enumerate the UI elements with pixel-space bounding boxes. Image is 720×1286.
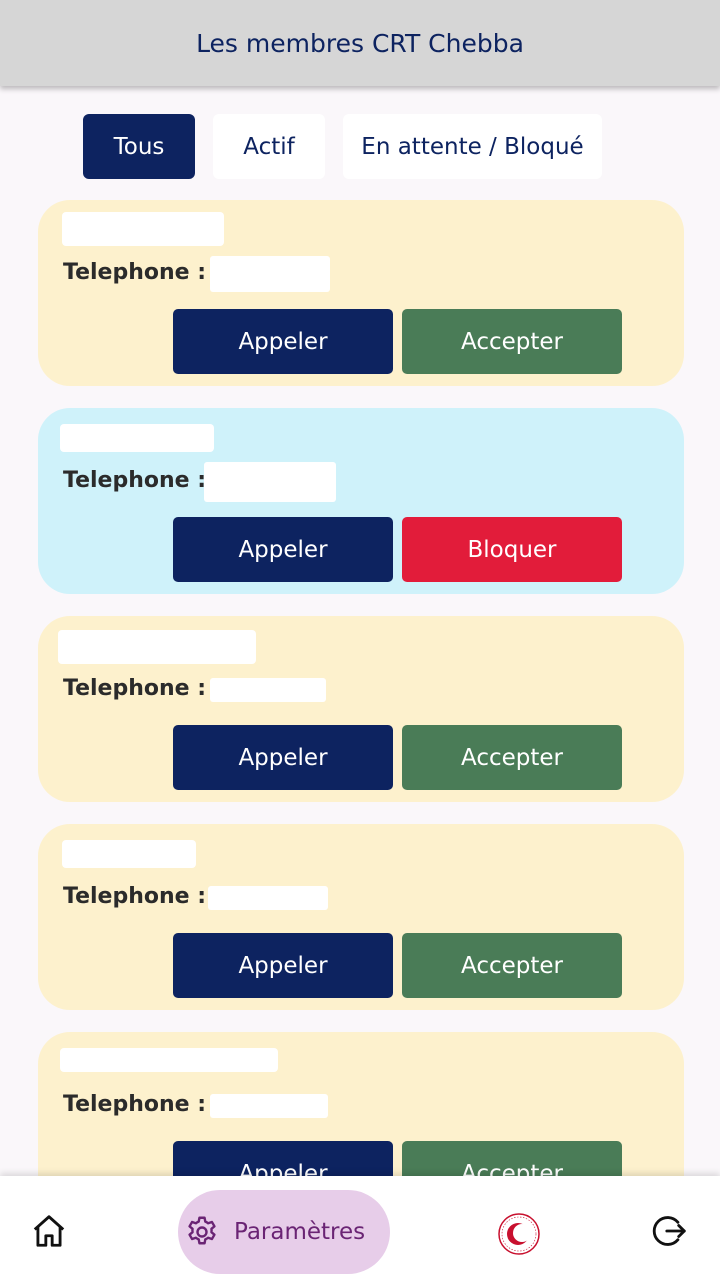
accept-button[interactable]: Accepter xyxy=(402,309,622,374)
filter-tabs: Tous Actif En attente / Bloqué xyxy=(83,114,602,179)
call-button[interactable]: Appeler xyxy=(173,725,393,790)
bottom-navigation: Paramètres xyxy=(0,1176,720,1286)
settings-nav-button[interactable]: Paramètres xyxy=(178,1190,390,1274)
phone-value-redacted xyxy=(210,256,330,292)
gear-icon xyxy=(182,1212,222,1252)
phone-label: Telephone : xyxy=(63,884,207,909)
logout-icon[interactable] xyxy=(651,1212,689,1250)
call-button[interactable]: Appeler xyxy=(173,517,393,582)
member-name-redacted xyxy=(60,1048,278,1072)
accept-button[interactable]: Accepter xyxy=(402,725,622,790)
phone-value-redacted xyxy=(210,678,326,702)
member-card: Telephone : Appeler Bloquer xyxy=(38,408,684,594)
accept-button[interactable]: Accepter xyxy=(402,933,622,998)
page-title: Les membres CRT Chebba xyxy=(196,28,524,58)
member-card: Telephone : Appeler Accepter xyxy=(38,824,684,1010)
phone-value-redacted xyxy=(208,886,328,910)
filter-tab-pending-blocked[interactable]: En attente / Bloqué xyxy=(343,114,602,179)
phone-value-redacted xyxy=(210,1094,328,1118)
filter-tab-all[interactable]: Tous xyxy=(83,114,195,179)
phone-label: Telephone : xyxy=(63,1092,207,1117)
member-name-redacted xyxy=(58,630,256,664)
call-button[interactable]: Appeler xyxy=(173,933,393,998)
red-crescent-logo-icon[interactable] xyxy=(497,1212,541,1256)
member-card: Telephone : Appeler Accepter xyxy=(38,200,684,386)
phone-label: Telephone : xyxy=(63,468,207,493)
member-list: Telephone : Appeler Accepter Telephone :… xyxy=(38,200,684,1240)
member-name-redacted xyxy=(62,840,196,868)
phone-label: Telephone : xyxy=(63,260,207,285)
filter-tab-active[interactable]: Actif xyxy=(213,114,325,179)
phone-value-redacted xyxy=(204,462,336,502)
member-name-redacted xyxy=(62,212,224,246)
app-header: Les membres CRT Chebba xyxy=(0,0,720,86)
home-icon[interactable] xyxy=(30,1212,68,1250)
phone-label: Telephone : xyxy=(63,676,207,701)
call-button[interactable]: Appeler xyxy=(173,309,393,374)
member-card: Telephone : Appeler Accepter xyxy=(38,616,684,802)
block-button[interactable]: Bloquer xyxy=(402,517,622,582)
settings-label: Paramètres xyxy=(234,1219,366,1245)
member-name-redacted xyxy=(60,424,214,452)
